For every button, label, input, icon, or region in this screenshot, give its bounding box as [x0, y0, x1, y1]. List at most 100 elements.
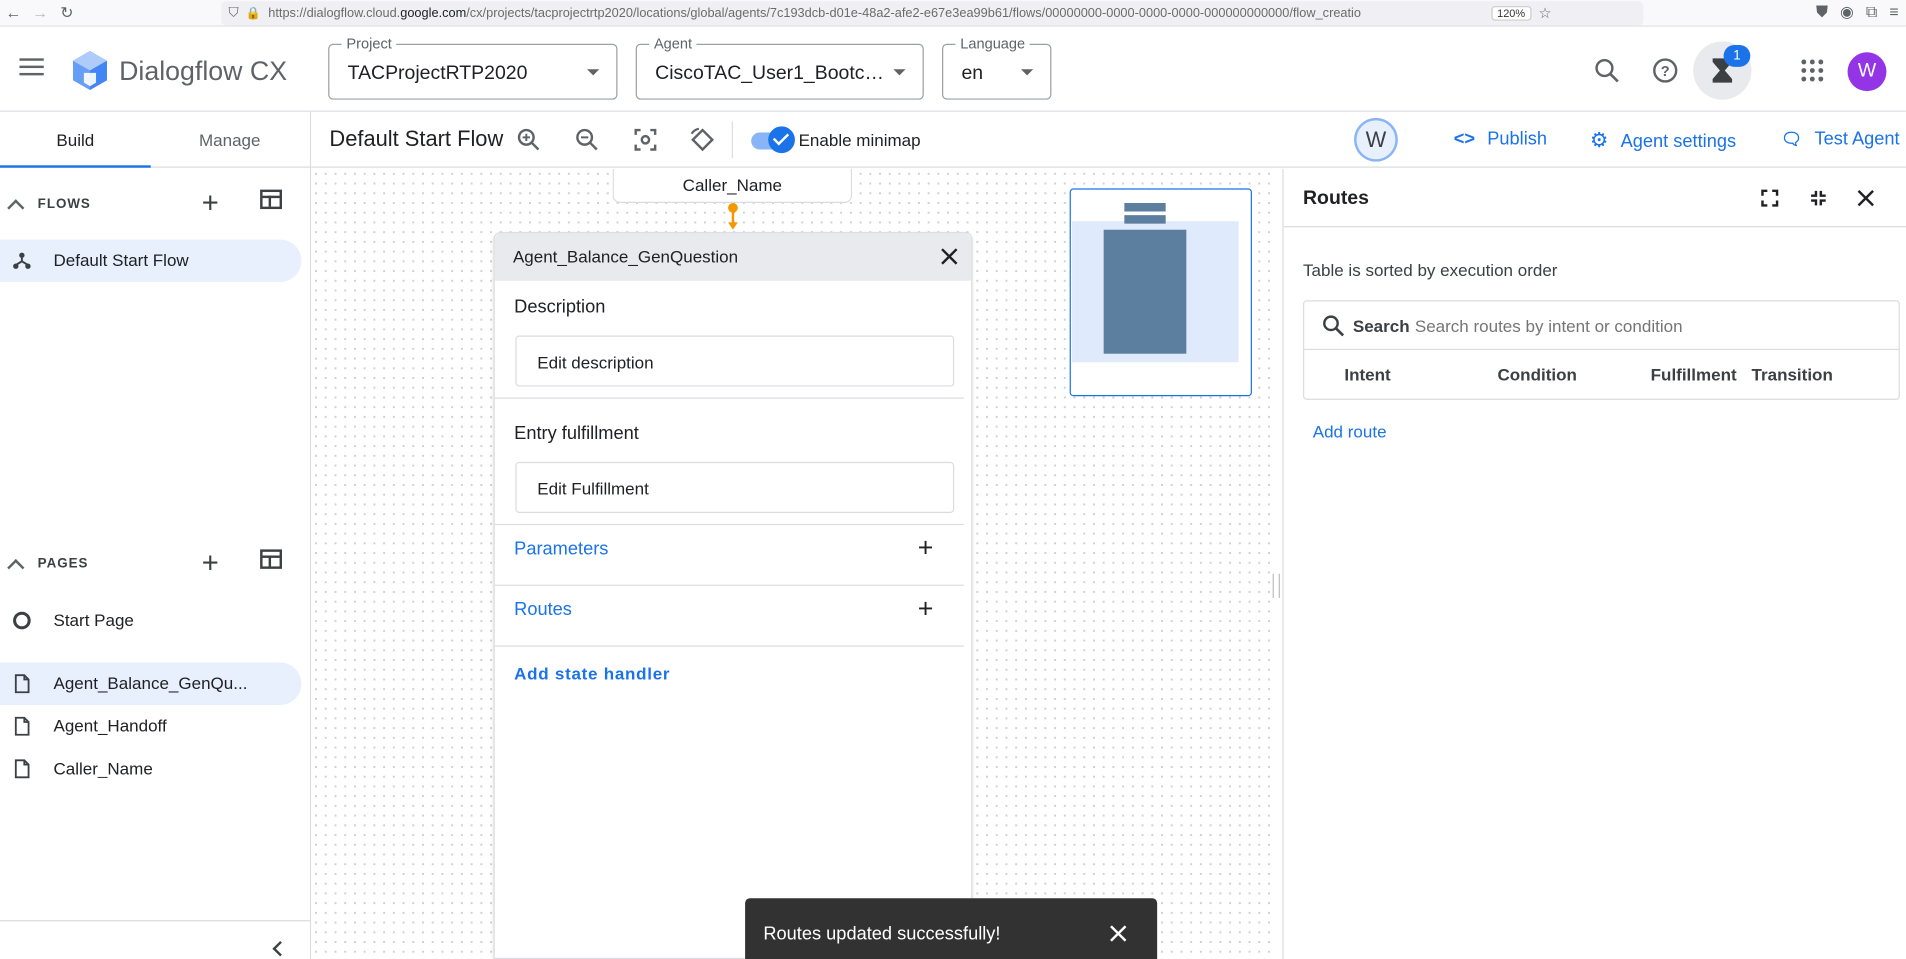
app-title: Dialogflow CX: [119, 55, 288, 87]
edit-fulfillment-field[interactable]: Edit Fulfillment: [515, 461, 955, 513]
language-select[interactable]: Language en: [942, 35, 1052, 100]
table-view-icon[interactable]: [260, 189, 282, 210]
add-parameter-icon[interactable]: +: [918, 532, 934, 564]
add-flow-icon[interactable]: +: [202, 187, 219, 221]
language-value: en: [961, 63, 984, 84]
collapse-sidebar-icon[interactable]: [272, 940, 288, 957]
zoom-in-icon[interactable]: [515, 126, 542, 153]
routes-link[interactable]: Routes: [514, 599, 572, 620]
minimap-page-block: [1103, 229, 1187, 354]
sidebar-item-label: Caller_Name: [53, 758, 153, 778]
active-tab-indicator: [0, 165, 151, 168]
minimap-node: [1124, 202, 1166, 212]
agent-select[interactable]: Agent CiscoTAC_User1_Bootca...: [635, 35, 924, 100]
flow-title: Default Start Flow: [329, 126, 504, 151]
search-label: Search: [1352, 316, 1410, 336]
agent-settings-label: Agent settings: [1620, 131, 1737, 152]
sidebar-item-agent-handoff[interactable]: Agent_Handoff: [0, 705, 301, 748]
column-header-condition[interactable]: Condition: [1497, 365, 1576, 384]
edit-description-field[interactable]: Edit description: [515, 335, 955, 387]
project-label: Project: [341, 35, 397, 53]
routes-panel-title: Routes: [1303, 188, 1369, 210]
chevron-down-icon: [1021, 69, 1034, 76]
agent-value: CiscoTAC_User1_Bootca...: [655, 63, 887, 84]
account-icon[interactable]: ◉: [1840, 2, 1854, 21]
flow-toolbar: Default Start Flow Enable minimap W <> Pu…: [311, 111, 1906, 168]
project-select[interactable]: Project TACProjectRTP2020: [328, 35, 618, 100]
circle-icon: [13, 611, 31, 630]
fit-to-screen-icon[interactable]: [632, 126, 659, 153]
add-page-icon[interactable]: +: [202, 547, 219, 581]
sidebar-tabs: Build Manage: [0, 112, 310, 168]
reset-layout-icon[interactable]: [689, 126, 716, 153]
search-icon[interactable]: [1594, 57, 1621, 84]
column-header-transition[interactable]: Transition: [1752, 365, 1833, 384]
table-view-icon[interactable]: [260, 549, 282, 569]
url-text: https://dialogflow.cloud.google.com/cx/p…: [268, 6, 1361, 21]
caller-name-node[interactable]: Caller_Name: [612, 168, 853, 203]
snackbar: Routes updated successfully!: [745, 898, 1158, 959]
add-state-handler-link[interactable]: Add state handler: [514, 664, 670, 683]
panel-divider: [494, 584, 964, 586]
project-value: TACProjectRTP2020: [347, 63, 528, 84]
sidebar-item-default-start-flow[interactable]: Default Start Flow: [0, 239, 302, 282]
forward-icon[interactable]: →: [27, 4, 54, 22]
column-header-fulfillment[interactable]: Fulfillment: [1651, 365, 1737, 384]
code-icon: <>: [1453, 128, 1476, 150]
close-icon[interactable]: [1110, 925, 1127, 942]
apps-grid-icon[interactable]: [1799, 57, 1826, 84]
parameters-link[interactable]: Parameters: [514, 538, 608, 559]
fullscreen-icon[interactable]: [1760, 188, 1779, 207]
pages-section-title: PAGES: [37, 556, 89, 572]
flow-icon: [13, 252, 31, 269]
routes-panel-header: Routes: [1283, 169, 1906, 228]
publish-button[interactable]: <> Publish: [1454, 129, 1547, 150]
page-icon: [14, 674, 30, 694]
close-icon[interactable]: [1856, 188, 1875, 207]
routes-search-input[interactable]: [1414, 316, 1877, 336]
minimap[interactable]: [1069, 188, 1252, 397]
svg-text:?: ?: [1661, 64, 1670, 80]
entry-fulfillment-title: Entry fulfillment: [514, 422, 639, 444]
sidebar-item-start-page[interactable]: Start Page: [0, 599, 301, 642]
test-agent-button[interactable]: 🗨 Test Agent: [1781, 129, 1900, 150]
back-icon[interactable]: ←: [0, 4, 27, 22]
help-icon[interactable]: ?: [1652, 57, 1679, 84]
address-bar[interactable]: ⛉ 🔒 https://dialogflow.cloud.google.com/…: [221, 1, 1644, 26]
zoom-level[interactable]: 120%: [1491, 6, 1532, 21]
add-route-button[interactable]: Add route: [1313, 422, 1387, 441]
routes-table: Search Intent Condition Fulfillment Tran…: [1303, 300, 1900, 400]
exit-fullscreen-icon[interactable]: [1809, 188, 1828, 207]
column-header-intent[interactable]: Intent: [1344, 365, 1390, 384]
star-icon[interactable]: ☆: [1539, 5, 1552, 22]
chevron-up-icon[interactable]: [7, 559, 25, 577]
tab-manage[interactable]: Manage: [154, 112, 305, 168]
flow-canvas[interactable]: Caller_Name Agent_Balance_GenQuestion De…: [311, 168, 1272, 959]
add-route-icon[interactable]: +: [918, 593, 934, 625]
chevron-down-icon: [587, 69, 600, 76]
reload-icon[interactable]: ↻: [53, 3, 80, 22]
app-header: Dialogflow CX Project TACProjectRTP2020 …: [0, 26, 1906, 112]
agent-label: Agent: [649, 35, 697, 53]
panel-resize-handle[interactable]: [1272, 573, 1280, 599]
collaborator-avatar[interactable]: W: [1354, 117, 1398, 162]
tab-build[interactable]: Build: [0, 112, 151, 168]
toolbar-divider: [731, 121, 733, 159]
close-icon[interactable]: [940, 247, 959, 266]
user-avatar[interactable]: W: [1847, 52, 1887, 92]
sidebar-item-label: Agent_Handoff: [53, 715, 167, 736]
description-title: Description: [514, 296, 606, 318]
language-label: Language: [955, 35, 1031, 53]
sidebar-item-caller-name[interactable]: Caller_Name: [0, 748, 301, 791]
panel-divider: [494, 645, 964, 647]
zoom-out-icon[interactable]: [574, 126, 601, 153]
extensions-icon[interactable]: ⧉: [1866, 2, 1877, 21]
main-menu-icon[interactable]: [19, 58, 44, 76]
page-detail-panel: Agent_Balance_GenQuestion Description Ed…: [493, 232, 973, 959]
pocket-icon[interactable]: ⛊: [1816, 2, 1828, 21]
agent-settings-button[interactable]: ⚙ Agent settings: [1590, 129, 1736, 153]
chevron-up-icon[interactable]: [7, 199, 25, 217]
menu-icon[interactable]: ≡: [1889, 2, 1898, 21]
notification-badge: 1: [1723, 44, 1751, 67]
sidebar-item-agent-balance[interactable]: Agent_Balance_GenQu...: [0, 662, 302, 705]
